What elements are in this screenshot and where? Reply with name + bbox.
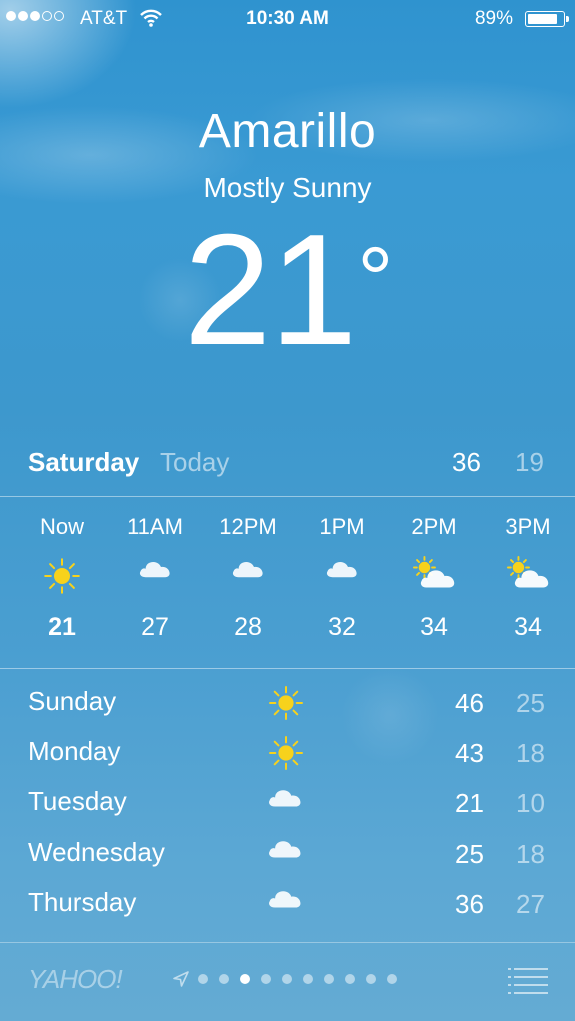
daily-row: Monday 43 18 (0, 728, 575, 778)
current-temperature-value: 21 (183, 202, 358, 378)
hourly-temp: 28 (234, 613, 262, 641)
cloud-icon (110, 556, 200, 596)
status-bar: AT&T 10:30 AM 89% (0, 0, 575, 38)
cloud-icon (267, 885, 303, 917)
page-dot[interactable] (198, 974, 208, 984)
daily-row: Sunday 46 25 (0, 678, 575, 728)
partly-cloudy-icon (389, 556, 479, 596)
sun-icon (267, 734, 305, 779)
hourly-time: 1PM (319, 514, 365, 539)
list-icon[interactable] (508, 966, 548, 999)
page-dot[interactable] (303, 974, 313, 984)
today-high: 36 (452, 447, 481, 477)
current-temperature: 21° (0, 205, 575, 375)
cloud-icon (267, 784, 303, 816)
today-label: Today (160, 447, 230, 477)
daily-high: 36 (455, 888, 484, 919)
bottom-toolbar: YAHOO! (0, 942, 575, 1021)
page-dot[interactable] (387, 974, 397, 984)
page-dot[interactable] (219, 974, 229, 984)
battery-icon (525, 11, 569, 27)
daily-row: Tuesday 21 10 (0, 778, 575, 828)
city-name: Amarillo (198, 105, 377, 158)
page-dot[interactable] (282, 974, 292, 984)
hourly-temp: 34 (420, 613, 448, 641)
hourly-time: 3PM (505, 514, 551, 539)
page-dot[interactable] (240, 974, 250, 984)
page-indicator[interactable] (198, 974, 397, 984)
daily-high: 46 (455, 688, 484, 718)
daily-low: 25 (516, 688, 545, 718)
daily-high: 25 (455, 838, 484, 869)
hourly-time: 11AM (127, 514, 183, 539)
daily-low: 10 (516, 788, 545, 819)
page-dot[interactable] (345, 974, 355, 984)
daily-day-name: Thursday (28, 886, 137, 917)
today-summary-row: Saturday Today 36 19 (0, 447, 575, 483)
hourly-item: 1PM 32 (297, 497, 387, 642)
daily-high: 21 (455, 788, 484, 819)
hourly-item: 11AM 27 (110, 497, 200, 642)
hourly-item: 3PM 34 (483, 497, 573, 642)
cloud-icon (297, 556, 387, 596)
hourly-temp: 27 (141, 613, 169, 641)
page-dot[interactable] (324, 974, 334, 984)
degree-symbol: ° (357, 230, 393, 330)
today-day-name: Saturday (28, 447, 140, 477)
hourly-forecast[interactable]: Now 21 11AM 27 12PM 28 1PM 32 2PM 34 3PM… (0, 497, 575, 667)
hourly-temp: 34 (514, 613, 542, 641)
daily-row: Thursday 36 27 (0, 879, 575, 929)
location-arrow-icon[interactable] (172, 970, 190, 993)
hourly-time: Now (39, 514, 84, 539)
hourly-time: 12PM (219, 514, 277, 539)
daily-day-name: Monday (28, 736, 121, 767)
cloud-icon (267, 835, 303, 867)
hourly-item: 12PM 28 (203, 497, 293, 642)
daily-high: 43 (455, 738, 484, 769)
today-low: 19 (515, 447, 544, 477)
battery-percent: 89% (474, 8, 513, 29)
daily-day-name: Tuesday (28, 786, 127, 817)
hourly-temp: 21 (48, 613, 76, 641)
page-dot[interactable] (261, 974, 271, 984)
partly-cloudy-icon (483, 556, 573, 596)
divider (0, 668, 575, 669)
cloud-icon (203, 556, 293, 596)
hourly-temp: 32 (328, 613, 356, 641)
sun-icon (267, 684, 305, 729)
yahoo-logo[interactable]: YAHOO! (28, 964, 123, 995)
daily-day-name: Wednesday (28, 836, 165, 867)
hourly-time: 2PM (411, 514, 457, 539)
daily-low: 18 (516, 738, 545, 769)
hourly-item: 2PM 34 (389, 497, 479, 642)
daily-day-name: Sunday (28, 686, 117, 716)
sun-icon (17, 556, 107, 596)
current-condition: Mostly Sunny (203, 172, 372, 203)
daily-low: 18 (516, 838, 545, 869)
daily-low: 27 (516, 888, 545, 919)
hourly-item: Now 21 (17, 497, 107, 642)
daily-row: Wednesday 25 18 (0, 829, 575, 879)
page-dot[interactable] (366, 974, 376, 984)
